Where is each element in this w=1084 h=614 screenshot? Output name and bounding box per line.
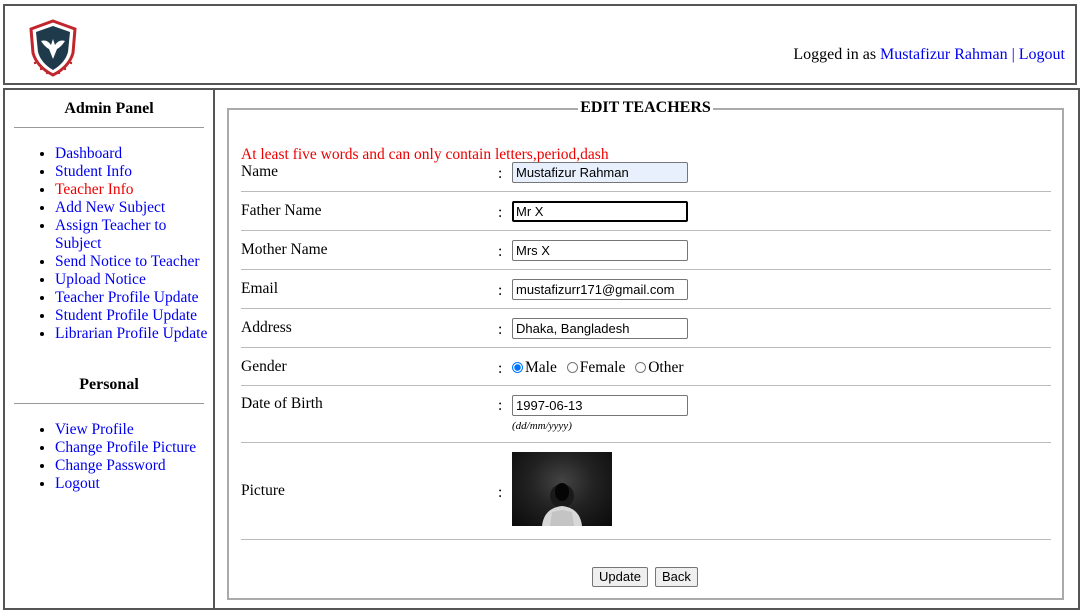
email-label: Email [241, 280, 279, 297]
row-divider [241, 539, 1051, 540]
sidebar-item-librarian-profile-update[interactable]: Librarian Profile Update [55, 325, 207, 342]
sidebar-item-change-password[interactable]: Change Password [55, 457, 166, 474]
sidebar-list-item: Teacher Info [55, 181, 215, 199]
sidebar-list-item: Add New Subject [55, 199, 215, 217]
address-input[interactable] [512, 318, 688, 339]
colon: : [498, 243, 503, 260]
admin-panel-title: Admin Panel [64, 100, 154, 117]
sidebar-list-item: Student Profile Update [55, 307, 215, 325]
row-divider [241, 385, 1051, 386]
row-divider [241, 269, 1051, 270]
header-separator: | [1007, 46, 1019, 63]
row-divider [241, 191, 1051, 192]
user-name-link[interactable]: Mustafizur Rahman [880, 46, 1008, 63]
colon: : [498, 321, 503, 338]
admin-menu: DashboardStudent InfoTeacher InfoAdd New… [32, 145, 215, 343]
sidebar-item-student-profile-update[interactable]: Student Profile Update [55, 307, 197, 324]
sidebar-item-change-profile-picture[interactable]: Change Profile Picture [55, 439, 196, 456]
sidebar-list-item: Change Password [55, 457, 215, 475]
sidebar-list-item: View Profile [55, 421, 215, 439]
header-logout-link[interactable]: Logout [1019, 46, 1065, 63]
sidebar-item-student-info[interactable]: Student Info [55, 163, 132, 180]
picture-label: Picture [241, 482, 285, 499]
form-legend: EDIT TEACHERS [229, 99, 1062, 117]
logged-in-prefix: Logged in as [793, 46, 881, 63]
sidebar-item-view-profile[interactable]: View Profile [55, 421, 134, 438]
personal-title: Personal [79, 376, 139, 393]
sidebar-divider [14, 403, 204, 404]
sidebar-list-item: Student Info [55, 163, 215, 181]
sidebar-item-send-notice-to-teacher[interactable]: Send Notice to Teacher [55, 253, 200, 270]
main-content: EDIT TEACHERS At least five words and ca… [213, 88, 1080, 610]
gender-option-label: Female [579, 359, 626, 376]
back-button[interactable]: Back [655, 567, 698, 587]
sidebar-item-teacher-info[interactable]: Teacher Info [55, 181, 134, 198]
sidebar-item-dashboard[interactable]: Dashboard [55, 145, 122, 162]
name-label: Name [241, 163, 279, 180]
colon: : [498, 360, 503, 377]
edit-teacher-form: EDIT TEACHERS At least five words and ca… [227, 99, 1064, 600]
address-label: Address [241, 319, 292, 336]
row-divider [241, 347, 1051, 348]
sidebar-list-item: Send Notice to Teacher [55, 253, 215, 271]
sidebar-list-item: Librarian Profile Update [55, 325, 215, 343]
sidebar-item-teacher-profile-update[interactable]: Teacher Profile Update [55, 289, 199, 306]
gender-radio-group: Male Female Other [512, 359, 690, 377]
sidebar-item-upload-notice[interactable]: Upload Notice [55, 271, 146, 288]
dob-input[interactable] [512, 395, 688, 416]
colon: : [498, 204, 503, 221]
header: Logged in as Mustafizur Rahman | Logout [3, 4, 1077, 85]
dob-label: Date of Birth [241, 395, 323, 412]
hooded-figure-image [542, 483, 582, 526]
father-name-label: Father Name [241, 202, 322, 219]
sidebar-item-add-new-subject[interactable]: Add New Subject [55, 199, 165, 216]
gender-option-label: Male [525, 359, 557, 376]
sidebar-list-item: Upload Notice [55, 271, 215, 289]
form-title: EDIT TEACHERS [578, 99, 713, 116]
sidebar-list-item: Teacher Profile Update [55, 289, 215, 307]
name-input[interactable] [512, 162, 688, 183]
gender-label: Gender [241, 358, 287, 375]
gender-option-label: Other [648, 359, 684, 376]
school-crest-logo [29, 19, 77, 77]
sidebar-list-item: Assign Teacher to Subject [55, 217, 215, 253]
row-divider [241, 230, 1051, 231]
sidebar: Admin Panel DashboardStudent InfoTeacher… [3, 88, 215, 610]
sidebar-divider [14, 127, 204, 128]
teacher-profile-picture [512, 452, 612, 526]
sidebar-list-item: Dashboard [55, 145, 215, 163]
colon: : [498, 165, 503, 182]
personal-menu: View ProfileChange Profile PictureChange… [32, 421, 215, 493]
colon: : [498, 397, 503, 414]
father-name-input[interactable] [512, 201, 688, 222]
colon: : [498, 484, 503, 501]
mother-name-input[interactable] [512, 240, 688, 261]
sidebar-item-assign-teacher-to-subject[interactable]: Assign Teacher to Subject [55, 217, 166, 252]
sidebar-item-logout[interactable]: Logout [55, 475, 100, 492]
colon: : [498, 282, 503, 299]
dob-format-hint: (dd/mm/yyyy) [512, 420, 572, 432]
email-input[interactable] [512, 279, 688, 300]
gender-radio-other[interactable] [635, 362, 647, 373]
update-button[interactable]: Update [592, 567, 648, 587]
gender-radio-male[interactable] [512, 362, 523, 373]
sidebar-list-item: Logout [55, 475, 215, 493]
row-divider [241, 308, 1051, 309]
sidebar-list-item: Change Profile Picture [55, 439, 215, 457]
row-divider [241, 442, 1051, 443]
mother-name-label: Mother Name [241, 241, 328, 258]
login-status: Logged in as Mustafizur Rahman | Logout [793, 46, 1065, 64]
gender-radio-female[interactable] [566, 362, 578, 373]
